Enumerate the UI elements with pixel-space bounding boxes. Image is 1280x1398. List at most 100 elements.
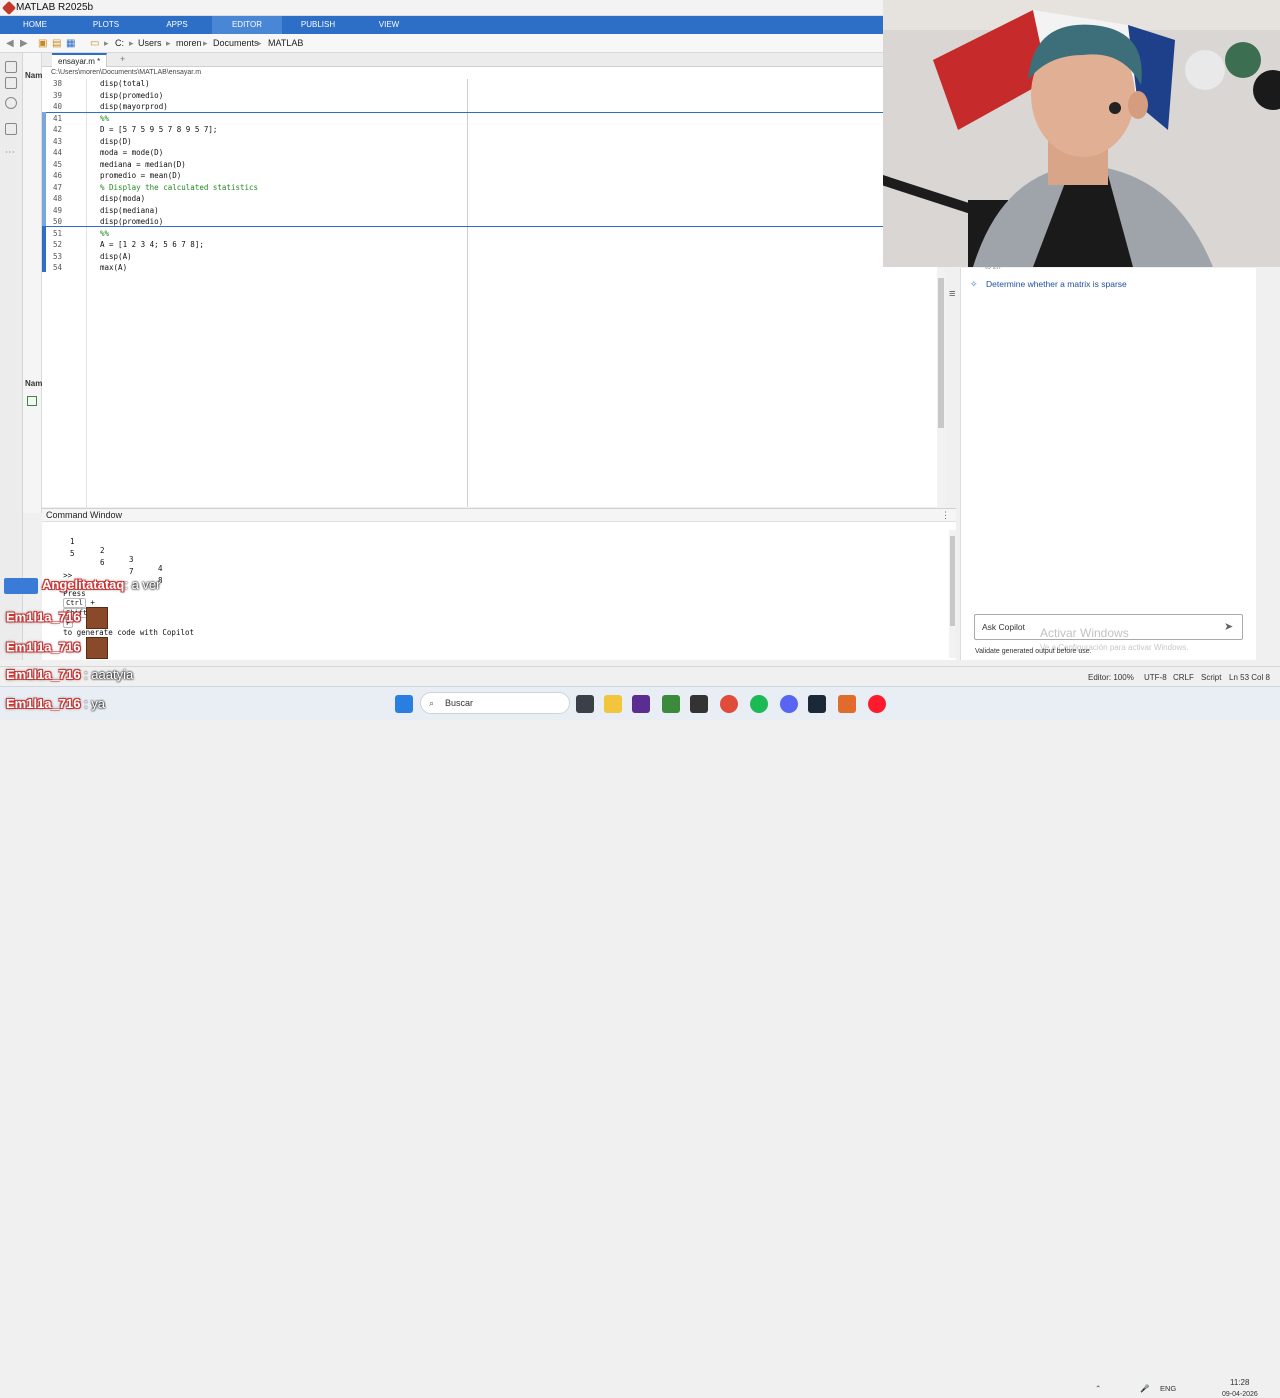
command-scrollbar[interactable]	[949, 530, 956, 658]
up-folder-icon[interactable]: ▣	[38, 38, 47, 49]
chat-text: : a ver	[124, 577, 161, 592]
folder-icon: ▭	[90, 38, 100, 49]
window-title: MATLAB R2025b	[16, 2, 94, 13]
prompt-line[interactable]: >> ✦ Press Ctrl + Shift + P to generate …	[45, 562, 194, 646]
taskbar-search[interactable]: ⌕ Buscar	[420, 692, 570, 714]
file-type-status[interactable]: Script	[1201, 673, 1221, 682]
chrome-icon[interactable]	[720, 695, 738, 713]
line-number: 42	[52, 125, 62, 134]
line-number: 46	[52, 171, 62, 180]
code-line[interactable]: A = [1 2 3 4; 5 6 7 8];	[100, 240, 204, 249]
breadcrumb-moren[interactable]: moren	[176, 38, 202, 48]
tab-plots[interactable]: PLOTS	[70, 16, 142, 34]
send-icon[interactable]: ➤	[1224, 620, 1233, 633]
name-column-header-2[interactable]: Nam	[25, 379, 42, 388]
spotify-icon[interactable]	[750, 695, 768, 713]
line-number: 51	[52, 228, 62, 238]
cursor-position-status[interactable]: Ln 53 Col 8	[1229, 673, 1270, 682]
tab-publish[interactable]: PUBLISH	[282, 16, 354, 34]
code-line[interactable]: % Display the calculated statistics	[100, 183, 258, 192]
chat-message: Em1l1a_716 : aaatyia	[6, 667, 133, 682]
code-line[interactable]: mediana = median(D)	[100, 160, 186, 169]
sparkle-icon: ✧	[970, 279, 978, 289]
code-line[interactable]: D = [5 7 5 9 5 7 8 9 5 7];	[100, 125, 217, 134]
code-line[interactable]: disp(mayorprod)	[100, 102, 168, 111]
workspace-icon[interactable]	[5, 77, 17, 89]
copilot-suggestion[interactable]: Determine whether a matrix is sparse	[986, 279, 1127, 289]
breadcrumb-users[interactable]: Users	[138, 38, 162, 48]
opera-icon[interactable]	[868, 695, 886, 713]
back-icon[interactable]: ◀	[6, 38, 14, 49]
encoding-status[interactable]: UTF-8	[1144, 673, 1167, 682]
code-line[interactable]: disp(mediana)	[100, 206, 159, 215]
chat-message: Em1l1a_716 : ya	[6, 696, 105, 711]
breadcrumb-documents[interactable]: Documents	[213, 38, 259, 48]
file-explorer-icon[interactable]	[604, 695, 622, 713]
files-icon[interactable]	[5, 61, 17, 73]
mic-icon[interactable]: 🎤	[1140, 1384, 1149, 1393]
ribbon-tabs: HOME PLOTS APPS EDITOR PUBLISH VIEW	[0, 16, 883, 34]
variable-icon[interactable]	[27, 396, 37, 406]
browse-icon[interactable]: ▦	[66, 38, 75, 49]
code-editor[interactable]: 38 disp(total) 39 disp(promedio) 40 disp(mayo…	[42, 79, 937, 507]
code-line[interactable]: disp(promedio)	[100, 217, 163, 226]
code-line[interactable]: disp(A)	[100, 252, 132, 261]
eol-status[interactable]: CRLF	[1173, 673, 1194, 682]
tab-home[interactable]: HOME	[0, 16, 70, 34]
code-line[interactable]: disp(D)	[100, 137, 132, 146]
clock-time[interactable]: 11:28	[1230, 1378, 1249, 1387]
code-line[interactable]: disp(promedio)	[100, 91, 163, 100]
chat-text: : ya	[84, 696, 106, 711]
streamer-webcam-image	[883, 0, 1280, 267]
zoom-status[interactable]: Editor: 100%	[1088, 673, 1134, 682]
breadcrumb-matlab[interactable]: MATLAB	[268, 38, 303, 48]
hamburger-menu-icon[interactable]: ≡	[949, 288, 955, 300]
clock-date[interactable]: 09-04-2026	[1222, 1391, 1258, 1398]
chat-text: : aaatyia	[84, 667, 134, 682]
search-label: Buscar	[445, 698, 474, 708]
chat-message: Em1l1a_716	[6, 607, 109, 629]
history-icon[interactable]	[5, 97, 17, 109]
command-window-header: Command Window ⋮	[42, 508, 956, 522]
more-icon[interactable]: ⋯	[5, 147, 17, 159]
left-tool-strip: ⋯	[0, 53, 23, 660]
command-window[interactable]: 1 2 3 4 5 6 7 8 >> ✦ Press Ctrl + Shift …	[42, 522, 956, 660]
code-line[interactable]: max(A)	[100, 263, 127, 272]
addons-icon[interactable]	[5, 123, 17, 135]
panel-options-icon[interactable]: ⋮	[941, 509, 950, 522]
tab-view[interactable]: VIEW	[354, 16, 424, 34]
open-folder-icon[interactable]: ▤	[52, 38, 61, 49]
terminal-icon[interactable]	[690, 695, 708, 713]
breadcrumb-drive[interactable]: C:	[115, 38, 124, 48]
code-line[interactable]: %%	[100, 114, 109, 123]
tray-arrow-icon[interactable]: ⌃	[1095, 1384, 1101, 1393]
code-line[interactable]: disp(moda)	[100, 194, 145, 203]
language-indicator[interactable]: ENG	[1160, 1384, 1176, 1393]
editor-scrollbar[interactable]	[937, 268, 945, 508]
hint-text: to generate code with Copilot	[63, 628, 195, 637]
line-number: 38	[52, 79, 62, 88]
matlab-taskbar-icon[interactable]	[838, 695, 856, 713]
code-line[interactable]: disp(total)	[100, 79, 150, 88]
task-view-icon[interactable]	[576, 695, 594, 713]
tab-editor[interactable]: EDITOR	[212, 16, 282, 34]
line-number: 53	[52, 251, 62, 261]
code-line[interactable]: %%	[100, 229, 109, 238]
name-column-header[interactable]: Nam	[25, 71, 42, 80]
code-line[interactable]: moda = mode(D)	[100, 148, 163, 157]
tab-apps[interactable]: APPS	[142, 16, 212, 34]
chat-username: Angelitatataq	[42, 577, 125, 592]
code-line[interactable]: promedio = mean(D)	[100, 171, 181, 180]
editor-file-path: C:\Users\moren\Documents\MATLAB\ensayar.…	[42, 67, 883, 79]
steam-icon[interactable]	[808, 695, 826, 713]
chat-username: Em1l1a_716	[6, 667, 81, 682]
discord-icon[interactable]	[780, 695, 798, 713]
windows-start-icon[interactable]	[395, 695, 413, 713]
minecraft-icon[interactable]	[662, 695, 680, 713]
forward-icon[interactable]: ▶	[20, 38, 28, 49]
current-folder-pane: Nam Nam	[23, 53, 42, 513]
new-tab-icon[interactable]: +	[120, 54, 125, 64]
vscode-icon[interactable]	[632, 695, 650, 713]
webcam-overlay	[883, 0, 1280, 267]
editor-tab-ensayar[interactable]: ensayar.m *	[52, 53, 108, 67]
